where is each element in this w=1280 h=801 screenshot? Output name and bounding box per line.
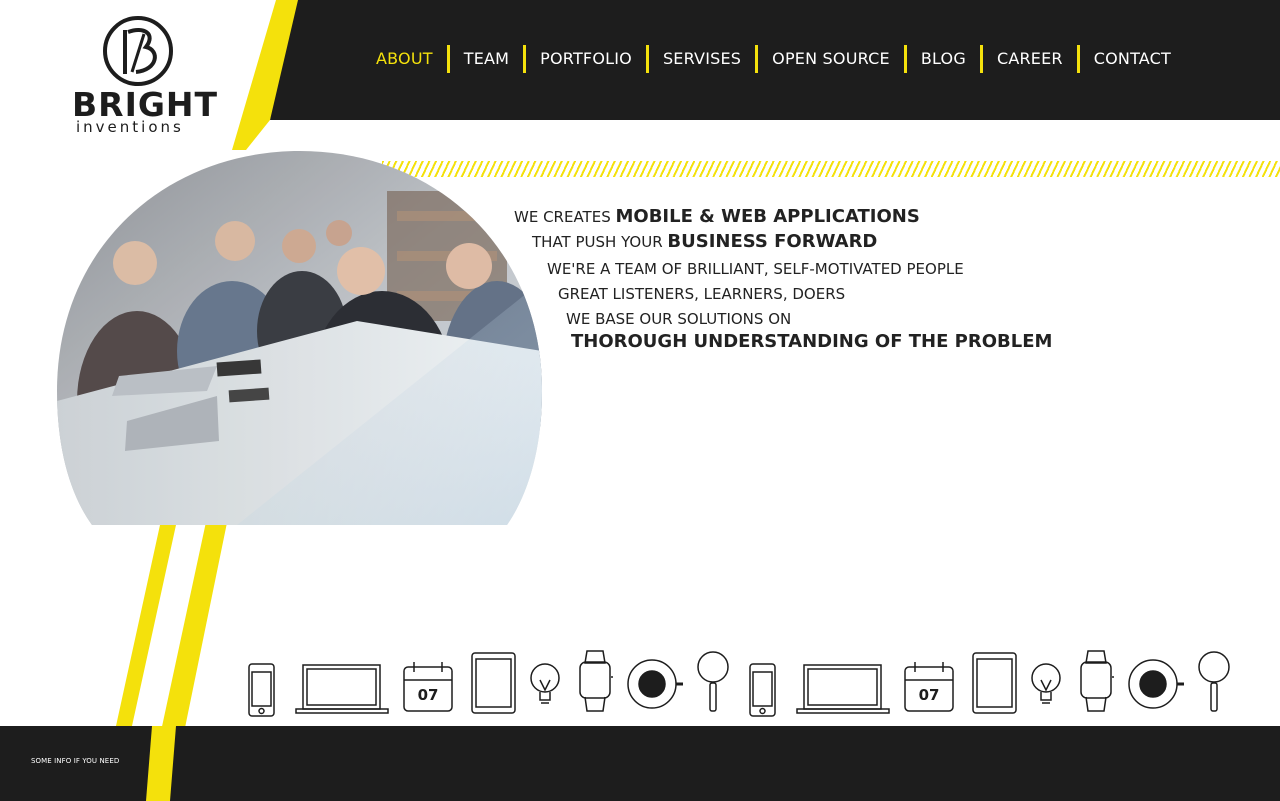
nav-item-contact[interactable]: CONTACT bbox=[1080, 44, 1185, 74]
lightbulb-icon bbox=[1031, 663, 1061, 704]
hero-line-6: THOROUGH UNDERSTANDING OF THE PROBLEM bbox=[571, 333, 1052, 351]
calendar-day-1: 07 bbox=[418, 686, 439, 704]
hero-line-4-text: GREAT LISTENERS, LEARNERS, DOERS bbox=[558, 285, 846, 303]
phone-icon bbox=[749, 663, 776, 717]
logo-wordmark: BRIGHT bbox=[72, 85, 219, 124]
laptop-icon bbox=[796, 664, 890, 714]
calendar-icon bbox=[904, 662, 954, 712]
hero-line-5: WE BASE OUR SOLUTIONS ON bbox=[566, 311, 791, 327]
coffee-cup-icon bbox=[627, 659, 683, 709]
magnifier-icon bbox=[1198, 651, 1230, 712]
hero-line-1: WE CREATES MOBILE & WEB APPLICATIONS bbox=[514, 208, 920, 226]
team-photo bbox=[57, 151, 542, 525]
calendar-day-2: 07 bbox=[919, 686, 940, 704]
hero-line-4: GREAT LISTENERS, LEARNERS, DOERS bbox=[558, 286, 845, 302]
hero-line-3: WE'RE A TEAM OF BRILLIANT, SELF-MOTIVATE… bbox=[547, 261, 964, 277]
logo[interactable]: BRIGHT inventions bbox=[66, 14, 217, 140]
nav-item-open-source[interactable]: OPEN SOURCE bbox=[758, 44, 904, 74]
hero-line-1-emphasis: MOBILE & WEB APPLICATIONS bbox=[615, 206, 920, 227]
hero-line-1-lead: WE CREATES bbox=[514, 208, 616, 226]
hero-line-3-text: WE'RE A TEAM OF BRILLIANT, SELF-MOTIVATE… bbox=[547, 260, 964, 278]
tablet-icon bbox=[471, 652, 516, 714]
lower-stripe-left bbox=[116, 525, 176, 726]
footer bbox=[0, 726, 1280, 801]
main-nav: ABOUT TEAM PORTFOLIO SERVISES OPEN SOURC… bbox=[362, 44, 1185, 74]
hero-line-5-text: WE BASE OUR SOLUTIONS ON bbox=[566, 310, 792, 328]
hero-line-2: THAT PUSH YOUR BUSINESS FORWARD bbox=[532, 233, 877, 251]
nav-item-blog[interactable]: BLOG bbox=[907, 44, 980, 74]
magnifier-icon bbox=[697, 651, 729, 712]
nav-item-portfolio[interactable]: PORTFOLIO bbox=[526, 44, 646, 74]
hero-line-2-emphasis: BUSINESS FORWARD bbox=[667, 231, 878, 252]
logo-subtitle: inventions bbox=[76, 118, 184, 136]
hero-line-6-text: THOROUGH UNDERSTANDING OF THE PROBLEM bbox=[571, 331, 1053, 352]
nav-item-team[interactable]: TEAM bbox=[450, 44, 523, 74]
nav-item-about[interactable]: ABOUT bbox=[362, 44, 447, 74]
lightbulb-icon bbox=[530, 663, 560, 704]
hero-line-2-lead: THAT PUSH YOUR bbox=[532, 233, 668, 251]
smartwatch-icon bbox=[1080, 650, 1114, 712]
calendar-icon bbox=[403, 662, 453, 712]
tablet-icon bbox=[972, 652, 1017, 714]
nav-item-services[interactable]: SERVISES bbox=[649, 44, 755, 74]
logo-monogram-icon bbox=[103, 16, 173, 86]
nav-item-career[interactable]: CAREER bbox=[983, 44, 1077, 74]
smartwatch-icon bbox=[579, 650, 613, 712]
phone-icon bbox=[248, 663, 275, 717]
laptop-icon bbox=[295, 664, 389, 714]
footer-info-text: SOME INFO IF YOU NEED bbox=[31, 757, 120, 765]
coffee-cup-icon bbox=[1128, 659, 1184, 709]
